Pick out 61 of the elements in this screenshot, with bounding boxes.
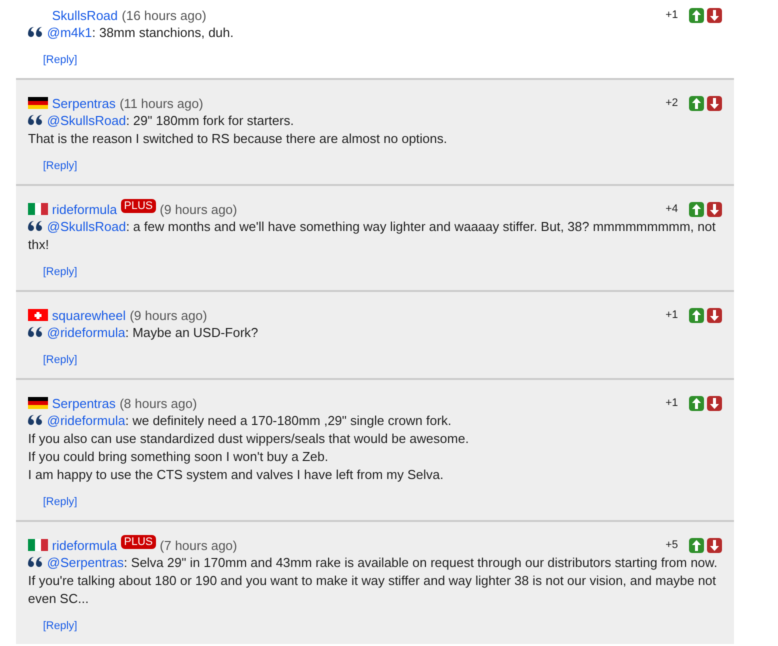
downvote-button[interactable]	[707, 538, 722, 552]
reply-link[interactable]: [Reply]	[43, 266, 78, 278]
quote-icon	[28, 115, 42, 126]
mention-link[interactable]: @rideformula	[47, 325, 126, 340]
username-link[interactable]: SkullsRoad	[52, 8, 118, 22]
username-link[interactable]: rideformula	[52, 202, 118, 216]
reply-link[interactable]: [Reply]	[43, 354, 78, 366]
comment-text: @rideformula: we definitely need a 170-180mm ,29" single crown fork.	[28, 412, 722, 430]
comment-text: If you're talking about 180 or 190 and you want to make it way stiffer and way lighter 38 is not our vision, and maybe not even SC...	[28, 572, 718, 608]
mention-link[interactable]: @SkullsRoad	[47, 113, 126, 128]
comment-text: @Serpentras: Selva 29" in 170mm and 43mm rake is available on request through our distributors starting from now.	[28, 554, 722, 572]
timestamp: (7 hours ago)	[160, 538, 238, 552]
vote-score: +4	[665, 203, 678, 215]
downvote-button[interactable]	[707, 202, 722, 216]
quote-icon	[28, 327, 42, 338]
comment-text: @m4k1: 38mm stanchions, duh.	[28, 24, 722, 42]
comment-text: I am happy to use the CTS system and valves I have left from my Selva.	[28, 466, 444, 484]
quote-icon	[28, 221, 42, 232]
upvote-button[interactable]	[689, 202, 704, 216]
username-link[interactable]: Serpentras	[52, 396, 116, 410]
comment-text: @rideformula: Maybe an USD-Fork?	[28, 324, 722, 342]
quote-icon	[28, 415, 42, 426]
username-link[interactable]: Serpentras	[52, 96, 116, 110]
upvote-button[interactable]	[689, 8, 704, 22]
upvote-button[interactable]	[689, 538, 704, 552]
downvote-button[interactable]	[707, 308, 722, 322]
username-link[interactable]: squarewheel	[52, 308, 126, 322]
quote-icon	[28, 27, 42, 38]
vote-score: +1	[665, 309, 678, 321]
upvote-button[interactable]	[689, 396, 704, 410]
plus-badge: PLUS	[121, 535, 156, 549]
comment-text: That is the reason I switched to RS because there are almost no options.	[28, 130, 448, 148]
vote-score: +2	[665, 97, 678, 109]
mention-link[interactable]: @rideformula	[47, 413, 126, 428]
reply-link[interactable]: [Reply]	[43, 620, 78, 632]
mention-link[interactable]: @Serpentras	[47, 555, 124, 570]
reply-link[interactable]: [Reply]	[43, 160, 78, 172]
plus-badge: PLUS	[121, 199, 156, 213]
reply-link[interactable]: [Reply]	[43, 54, 78, 66]
downvote-button[interactable]	[707, 396, 722, 410]
timestamp: (16 hours ago)	[122, 8, 206, 22]
vote-score: +1	[665, 397, 678, 409]
comment-text: If you also can use standardized dust wippers/seals that would be awesome.	[28, 430, 470, 448]
mention-link[interactable]: @m4k1	[47, 25, 92, 40]
comment-text: @SkullsRoad: 29" 180mm fork for starters.	[28, 112, 722, 130]
downvote-button[interactable]	[707, 8, 722, 22]
timestamp: (9 hours ago)	[130, 308, 208, 322]
timestamp: (11 hours ago)	[120, 96, 204, 110]
comment-text: @SkullsRoad: a few months and we'll have something way lighter and waaaay stiffer. But, 38? mmmmmmmmm, not thx!	[28, 218, 717, 254]
timestamp: (9 hours ago)	[160, 202, 238, 216]
username-link[interactable]: rideformula	[52, 538, 118, 552]
upvote-button[interactable]	[689, 96, 704, 110]
mention-link[interactable]: @SkullsRoad	[47, 219, 126, 234]
quote-icon	[28, 557, 42, 568]
downvote-button[interactable]	[707, 96, 722, 110]
vote-score: +5	[665, 539, 678, 551]
vote-score: +1	[665, 9, 678, 21]
upvote-button[interactable]	[689, 308, 704, 322]
reply-link[interactable]: [Reply]	[43, 496, 78, 508]
timestamp: (8 hours ago)	[120, 396, 197, 410]
comment-text: If you could bring something soon I won't buy a Zeb.	[28, 448, 330, 466]
